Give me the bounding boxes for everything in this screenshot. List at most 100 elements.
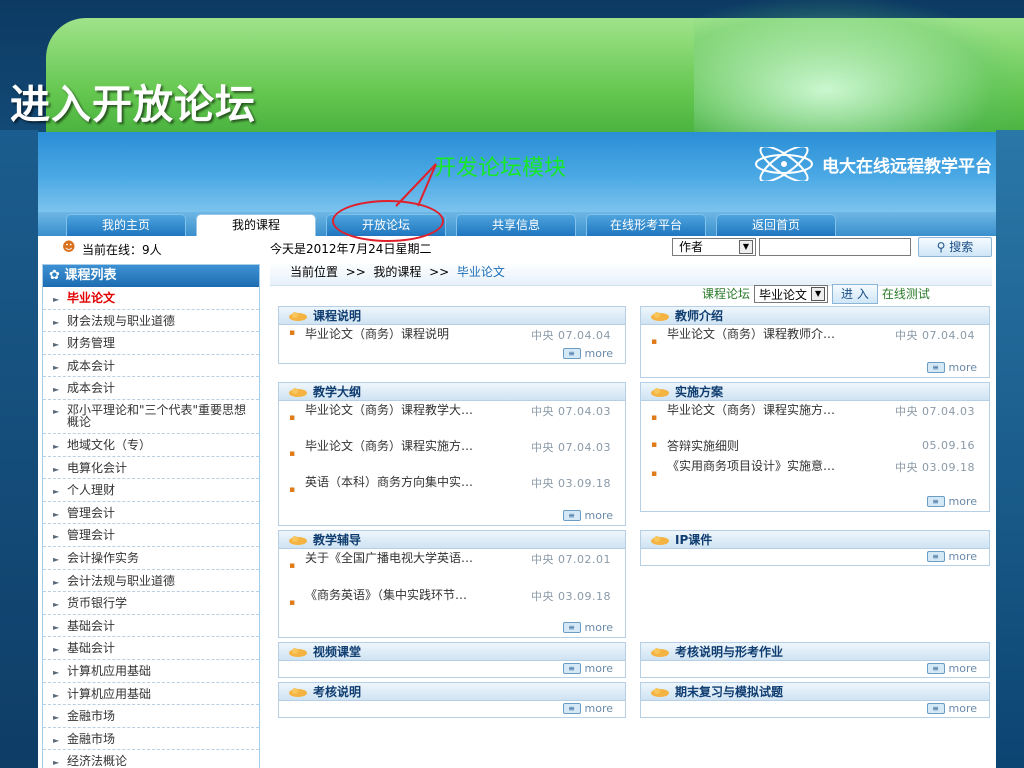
search-type-select[interactable]: 作者 ▼ xyxy=(672,238,756,256)
more-link[interactable]: ≡ more xyxy=(562,702,613,715)
panel-title: 视频课堂 xyxy=(313,645,362,659)
sidebar-course-item[interactable]: ► 会计操作实务 xyxy=(43,547,259,570)
breadcrumb-my-courses[interactable]: 我的课程 xyxy=(373,265,421,279)
sidebar-course-item[interactable]: ► 会计法规与职业道德 xyxy=(43,570,259,593)
list-item[interactable]: ▪ 毕业论文（商务）课程教学大… 中央 07.04.03 xyxy=(279,401,625,437)
item-title[interactable]: 《实用商务项目设计》实施意… xyxy=(667,458,859,475)
item-title[interactable]: 《商务英语》（集中实践环节… xyxy=(305,587,497,604)
item-title[interactable]: 答辩实施细则 xyxy=(667,438,859,455)
item-title[interactable]: 毕业论文（商务）课程教学大… xyxy=(305,402,497,419)
tab-home[interactable]: 我的主页 xyxy=(66,214,186,236)
more-icon: ≡ xyxy=(926,362,945,373)
main-nav: 我的主页 我的课程 开放论坛 共享信息 在线形考平台 返回首页 xyxy=(38,212,996,236)
bullet-icon: ► xyxy=(53,295,60,304)
more-label: more xyxy=(948,662,978,675)
sidebar-course-item[interactable]: ► 成本会计 xyxy=(43,377,259,400)
atom-logo-icon xyxy=(755,147,813,181)
sidebar-course-label: 成本会计 xyxy=(67,381,116,396)
item-title[interactable]: 毕业论文（商务）课程说明 xyxy=(305,326,501,343)
list-item[interactable]: ▪ 毕业论文（商务）课程教师介… 中央 07.04.04 xyxy=(641,325,989,361)
slide-right-border xyxy=(996,130,1024,768)
bullet-icon: ► xyxy=(53,362,60,372)
more-link[interactable]: ≡ more xyxy=(562,662,613,675)
sidebar-course-label: 邓小平理论和"三个代表"重要思想概论 xyxy=(67,402,247,429)
sidebar-course-item[interactable]: ► 基础会计 xyxy=(43,637,259,660)
sidebar-course-item[interactable]: ► 毕业论文 xyxy=(43,287,259,310)
tab-online-exam[interactable]: 在线形考平台 xyxy=(586,214,706,236)
forum-enter-button[interactable]: 进 入 xyxy=(832,284,878,304)
info-bar: ☻ 当前在线：9人 今天是2012年7月24日星期二 作者 ▼ ⚲ 搜索 xyxy=(38,236,996,260)
panel-title: 教师介绍 xyxy=(675,309,724,323)
tab-back-home[interactable]: 返回首页 xyxy=(716,214,836,236)
item-title[interactable]: 关于《全国广播电视大学英语… xyxy=(305,550,497,567)
sidebar-course-label: 个人理财 xyxy=(67,483,116,498)
sidebar-course-item[interactable]: ► 财会法规与职业道德 xyxy=(43,310,259,333)
item-title[interactable]: 毕业论文（商务）课程教师介… xyxy=(667,326,853,343)
sidebar-course-item[interactable]: ► 管理会计 xyxy=(43,524,259,547)
sidebar-course-item[interactable]: ► 金融市场 xyxy=(43,705,259,728)
more-link[interactable]: ≡ more xyxy=(562,509,613,522)
more-label: more xyxy=(948,495,978,508)
cloud-icon xyxy=(651,312,669,321)
list-item[interactable]: ▪ 关于《全国广播电视大学英语… 中央 07.02.01 xyxy=(279,549,625,586)
item-title[interactable]: 毕业论文（商务）课程实施方… xyxy=(667,402,859,419)
sidebar-course-label: 会计操作实务 xyxy=(67,550,140,565)
list-item[interactable]: ▪ 答辩实施细则 05.09.16 xyxy=(641,437,989,457)
panel-header: 期末复习与模拟试题 xyxy=(641,683,989,701)
online-test-link[interactable]: 在线测试 xyxy=(882,285,930,303)
panel-title: IP课件 xyxy=(675,533,713,547)
more-link[interactable]: ≡ more xyxy=(562,347,613,360)
more-link[interactable]: ≡ more xyxy=(926,550,977,563)
more-icon: ≡ xyxy=(562,622,581,633)
breadcrumb-current-course: 毕业论文 xyxy=(456,265,505,279)
sidebar-course-label: 毕业论文 xyxy=(67,291,116,305)
sidebar-course-item[interactable]: ► 地域文化（专） xyxy=(43,434,259,457)
cloud-icon xyxy=(289,312,307,321)
cloud-icon xyxy=(289,648,307,657)
list-item[interactable]: ▪ 毕业论文（商务）课程实施方… 中央 07.04.03 xyxy=(279,437,625,473)
breadcrumb: 当前位置 >> 我的课程 >> 毕业论文 xyxy=(270,262,992,286)
more-icon: ≡ xyxy=(562,510,581,521)
panel-tutoring: 教学辅导 ▪ 关于《全国广播电视大学英语… 中央 07.02.01 ▪ 《商务英… xyxy=(278,530,626,638)
current-date: 今天是2012年7月24日星期二 xyxy=(270,242,432,256)
list-item[interactable]: ▪ 毕业论文（商务）课程说明 中央 07.04.04 xyxy=(279,325,625,345)
list-item[interactable]: ▪ 英语（本科）商务方向集中实… 中央 03.09.18 xyxy=(279,473,625,509)
item-meta: 中央 03.09.18 xyxy=(531,590,611,603)
sidebar-course-item[interactable]: ► 电算化会计 xyxy=(43,457,259,480)
list-item[interactable]: ▪ 《商务英语》（集中实践环节… 中央 03.09.18 xyxy=(279,586,625,622)
sidebar-course-item[interactable]: ► 邓小平理论和"三个代表"重要思想概论 xyxy=(43,400,259,434)
bullet-icon: ▪ xyxy=(651,440,658,450)
sidebar-course-item[interactable]: ► 经济法概论 xyxy=(43,750,259,768)
sidebar-course-item[interactable]: ► 计算机应用基础 xyxy=(43,660,259,683)
list-item[interactable]: ▪ 《实用商务项目设计》实施意… 中央 03.09.18 xyxy=(641,457,989,493)
more-link[interactable]: ≡ more xyxy=(926,662,978,675)
item-title[interactable]: 毕业论文（商务）课程实施方… xyxy=(305,438,497,455)
item-title[interactable]: 英语（本科）商务方向集中实… xyxy=(305,474,497,491)
breadcrumb-separator: >> xyxy=(429,265,450,279)
site-brand[interactable]: 电大在线远程教学平台 xyxy=(752,147,992,181)
search-button[interactable]: ⚲ 搜索 xyxy=(918,237,992,257)
sidebar-course-item[interactable]: ► 货币银行学 xyxy=(43,592,259,615)
bullet-icon: ► xyxy=(53,340,60,350)
more-link[interactable]: ≡ more xyxy=(926,702,977,715)
panel-title: 实施方案 xyxy=(675,385,724,399)
more-link[interactable]: ≡ more xyxy=(562,621,613,634)
list-item[interactable]: ▪ 毕业论文（商务）课程实施方… 中央 07.04.03 xyxy=(641,401,989,437)
more-link[interactable]: ≡ more xyxy=(926,495,978,508)
more-link[interactable]: ≡ more xyxy=(926,361,977,374)
tab-open-forum[interactable]: 开放论坛 xyxy=(326,214,446,236)
sidebar-course-item[interactable]: ► 基础会计 xyxy=(43,615,259,638)
sidebar-course-label: 成本会计 xyxy=(67,358,116,373)
course-forum-select[interactable]: 毕业论文 ▼ xyxy=(754,285,829,303)
tab-my-courses[interactable]: 我的课程 xyxy=(196,214,316,236)
sidebar-course-item[interactable]: ► 金融市场 xyxy=(43,728,259,751)
panel-header: IP课件 xyxy=(641,531,989,549)
sidebar-course-item[interactable]: ► 计算机应用基础 xyxy=(43,683,259,706)
panel-title: 课程说明 xyxy=(313,309,362,323)
sidebar-course-item[interactable]: ► 成本会计 xyxy=(43,355,259,378)
sidebar-course-item[interactable]: ► 个人理财 xyxy=(43,479,259,502)
search-input[interactable] xyxy=(759,238,911,256)
sidebar-course-item[interactable]: ► 管理会计 xyxy=(43,502,259,525)
tab-shared-info[interactable]: 共享信息 xyxy=(456,214,576,236)
sidebar-course-item[interactable]: ► 财务管理 xyxy=(43,332,259,355)
